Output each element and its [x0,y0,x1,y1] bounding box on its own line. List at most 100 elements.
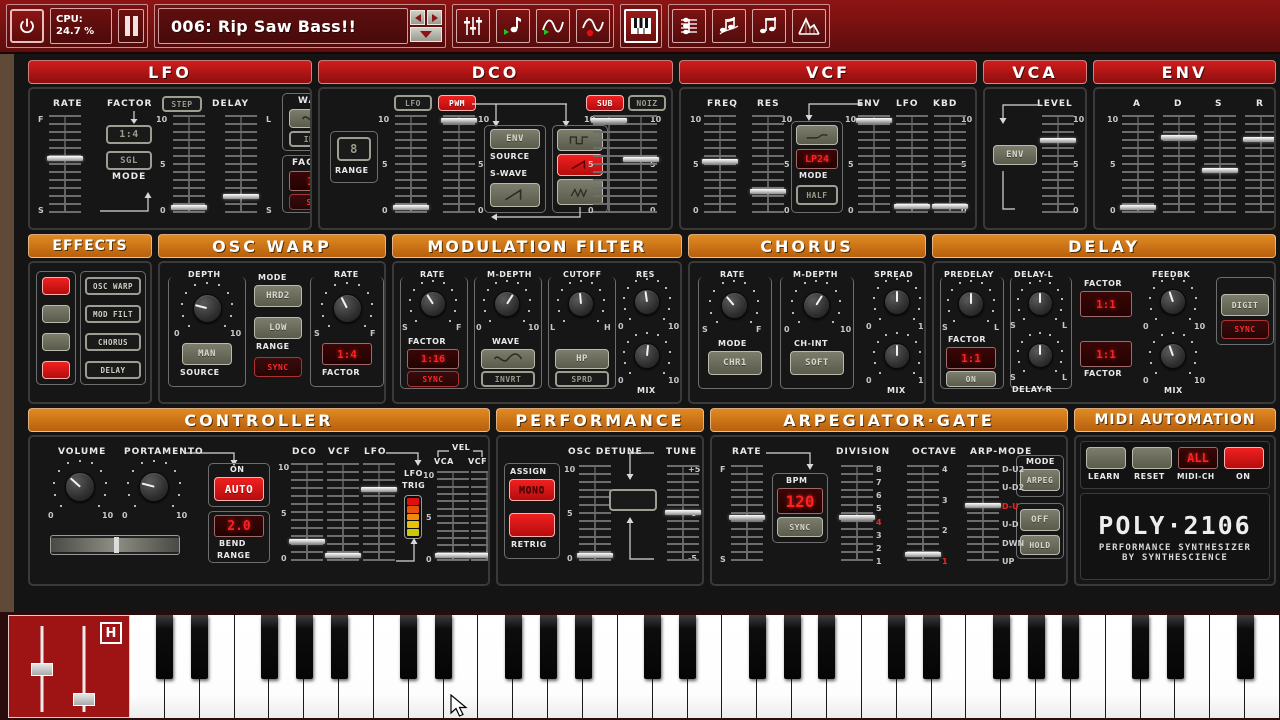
vcf-res-slider[interactable] [750,115,786,213]
dco-swave-button[interactable] [490,183,540,207]
midi-learn-button[interactable] [1086,447,1126,469]
chorus-mode-button[interactable]: CHR1 [708,351,762,375]
black-key[interactable] [435,615,453,679]
arp-off-button[interactable]: OFF [1020,509,1060,531]
pause-button[interactable] [118,9,144,43]
next-preset-button[interactable] [427,10,442,25]
black-key[interactable] [260,615,278,679]
arp-division-slider[interactable] [839,465,875,561]
lfo-wave-button[interactable] [289,109,310,128]
knob-dial[interactable] [332,293,362,323]
osc-warp-mode-button[interactable]: HRD2 [254,285,302,307]
black-key[interactable] [539,615,557,679]
wave-play-icon[interactable] [536,9,570,43]
vcf-lfo-slider[interactable] [894,115,930,213]
effects-chorus-led[interactable] [42,333,70,351]
black-key[interactable] [644,615,662,679]
knob-dial[interactable] [65,472,95,502]
vcf-kbd-slider[interactable] [932,115,968,213]
black-key[interactable] [1062,615,1080,679]
delay-predelay-knob[interactable] [946,279,996,325]
controller-vcf-slider[interactable] [325,463,361,561]
mixer-sliders-icon[interactable] [456,9,490,43]
mod-filter-mix-knob[interactable] [622,331,672,377]
delay-left-knob[interactable] [1016,279,1064,323]
black-key[interactable] [191,615,209,679]
dco-pwm-button[interactable]: PWM [438,95,476,111]
note-play-icon[interactable] [496,9,530,43]
delay-on-button[interactable]: ON [946,371,996,387]
black-key[interactable] [330,615,348,679]
controller-volume-knob[interactable] [52,459,108,511]
black-key[interactable] [400,615,418,679]
arp-mode-slider[interactable] [965,465,1001,561]
black-key[interactable] [1236,615,1254,679]
black-key[interactable] [748,615,766,679]
mod-filter-res-knob[interactable] [622,277,672,323]
dco-noiz-slider[interactable] [623,115,659,213]
env-sustain-slider[interactable] [1202,115,1238,213]
arp-mode-button[interactable]: ARPEG [1020,469,1060,491]
knob-dial[interactable] [139,472,169,502]
black-key[interactable] [1132,615,1150,679]
vcf-wave-button[interactable] [796,125,838,145]
lfo-rate-slider[interactable] [47,115,83,213]
performance-tune-slider[interactable] [665,465,701,561]
piano-keyboard-icon[interactable] [624,9,658,43]
knob-dial[interactable] [634,289,660,315]
effects-chorus-button[interactable]: CHORUS [85,333,141,351]
mod-filter-wave-button[interactable] [481,349,535,369]
mod-filter-cutoff-knob[interactable] [556,279,606,325]
osc-warp-sync-button[interactable]: SYNC [254,357,302,377]
controller-dco-slider[interactable] [289,463,325,561]
black-key[interactable] [156,615,174,679]
delay-sync-button[interactable]: SYNC [1221,320,1269,339]
effects-mod-filt-led[interactable] [42,305,70,323]
osc-warp-depth-knob[interactable] [180,281,234,331]
dco-range-button[interactable]: 8 [337,137,371,161]
midi-on-button[interactable] [1224,447,1264,469]
controller-auto-button[interactable]: AUTO [214,477,264,501]
arp-sync-button[interactable]: SYNC [777,517,823,537]
black-key[interactable] [295,615,313,679]
chorus-chint-button[interactable]: SOFT [790,351,844,375]
notes-arp-icon[interactable] [712,9,746,43]
mod-filter-mdepth-knob[interactable] [482,279,532,325]
black-key[interactable] [1027,615,1045,679]
lfo-step-button[interactable]: STEP [162,96,202,112]
controller-vel-vca-slider[interactable] [435,471,471,561]
dco-pwm-slider[interactable] [441,115,477,213]
knob-dial[interactable] [1160,343,1186,369]
arp-hold-button[interactable]: HOLD [1020,535,1060,555]
controller-vel-vcf-slider[interactable] [469,471,488,561]
performance-assign-button[interactable]: MONO [509,479,555,501]
black-key[interactable] [992,615,1010,679]
black-key[interactable] [818,615,836,679]
envelope-graph-icon[interactable] [792,9,826,43]
preset-display[interactable]: 006: Rip Saw Bass!! [158,8,408,44]
dco-sub-button[interactable]: SUB [586,95,624,111]
vca-env-button[interactable]: ENV [993,145,1037,165]
vca-level-slider[interactable] [1040,115,1076,213]
osc-warp-range-button[interactable]: LOW [254,317,302,339]
delay-mode-button[interactable]: DIGIT [1221,294,1269,316]
effects-osc-warp-led[interactable] [42,277,70,295]
knob-dial[interactable] [420,291,446,317]
effects-mod-filt-button[interactable]: MOD FILT [85,305,141,323]
black-key[interactable] [574,615,592,679]
prev-preset-button[interactable] [410,10,425,25]
performance-osc-detune-slider[interactable] [577,465,613,561]
lfo-invert-button[interactable]: INVRT [289,131,310,147]
effects-delay-led[interactable] [42,361,70,379]
effects-delay-button[interactable]: DELAY [85,361,141,379]
chorus-mix-knob[interactable] [872,331,922,377]
delay-feedbk-knob[interactable] [1148,277,1198,323]
mod-filter-sync-button[interactable]: SYNC [407,371,459,387]
chorus-spread-knob[interactable] [872,277,922,323]
staff-chord-icon[interactable] [672,9,706,43]
lfo-delay-slider[interactable] [223,115,259,213]
mod-wheel[interactable] [73,626,95,712]
effects-osc-warp-button[interactable]: OSC WARP [85,277,141,295]
lfo-step-slider[interactable] [171,115,207,213]
dco-noiz-button[interactable]: NOIZ [628,95,666,111]
